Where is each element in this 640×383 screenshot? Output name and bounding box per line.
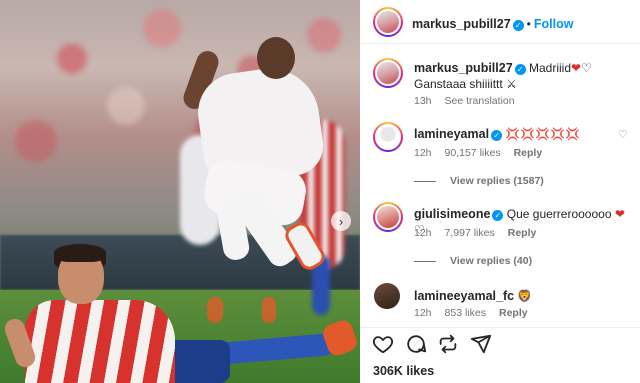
follow-button[interactable]: Follow [534,17,574,31]
comment-icon[interactable] [405,333,427,355]
comment-item: lamineyamal ✓ 💢💢💢💢💢 12h 90,157 likes Reply … [360,122,640,192]
verified-badge-icon: ✓ [491,130,503,141]
reply-button[interactable]: Reply [514,147,543,159]
red-heart-icon: ❤ [571,61,582,75]
see-translation-link[interactable]: See translation [445,95,515,107]
view-replies-label: View replies (1587) [450,175,544,187]
commenter-username[interactable]: lamineyamal [414,127,489,141]
caption-time: 13h [414,95,432,107]
red-heart-icon: ❤ [614,207,625,221]
crossed-swords-icon: ⚔ [506,77,517,91]
caption-text-line1: Madriiid [529,61,572,75]
view-replies-label: View replies (40) [450,255,533,267]
comment-text: 🦁 [517,289,533,303]
caption-text-line2: Ganstaaa shiiiittt [414,77,503,91]
author-username[interactable]: markus_pubill27 [412,17,511,31]
chevron-right-icon[interactable]: › [331,211,351,231]
commenter-avatar[interactable] [373,122,403,152]
verified-badge-icon: ✓ [492,210,504,221]
verified-badge-icon: ✓ [514,64,526,75]
background-boot [207,297,223,323]
white-heart-icon: ♡ [581,61,592,75]
reply-button[interactable]: Reply [499,307,528,319]
comment-time: 12h [414,227,432,239]
separator-dot: • [526,17,531,31]
post-photo[interactable]: › [0,0,360,383]
post-likes-count[interactable]: 306K likes [373,364,434,378]
commenter-username[interactable]: lamineeyamal_fc [414,289,514,303]
caption: markus_pubill27 ✓ Madriiid❤♡ Ganstaaa shi… [360,58,640,110]
caption-avatar[interactable] [373,58,403,88]
commenter-username[interactable]: giulisimeone [414,207,490,221]
tackler-jersey-striped [25,300,175,383]
post-header: markus_pubill27 ✓ • Follow [360,0,640,44]
view-replies-button[interactable]: View replies (1587) [414,175,544,187]
commenter-avatar[interactable] [373,202,403,232]
heart-icon[interactable] [372,333,394,355]
comment-likes[interactable]: 853 likes [445,307,486,319]
replies-rule [414,260,436,262]
background-boot [262,297,276,323]
action-bar [360,327,640,355]
commenter-avatar[interactable] [374,283,400,309]
post-side-panel: markus_pubill27 ✓ • Follow markus_pubill27 ✓… [360,0,640,383]
like-comment-heart-icon[interactable]: ♡ [618,130,628,141]
caption-username[interactable]: markus_pubill27 [414,61,513,75]
reply-button[interactable]: Reply [508,227,537,239]
tackler-hair-top [54,244,106,262]
verified-badge-icon: ✓ [512,20,524,31]
author-avatar[interactable] [373,7,403,37]
comment-item: lamineeyamal_fc 🦁 12h 853 likes Reply [360,283,640,323]
comment-text: 💢💢💢💢💢 [505,127,581,141]
comment-time: 12h [414,307,432,319]
comment-text: Que guerreroooooo [506,207,612,221]
replies-rule [414,180,436,182]
comment-likes[interactable]: 90,157 likes [445,147,501,159]
view-replies-button[interactable]: View replies (40) [414,255,532,267]
comment-likes[interactable]: 7,997 likes [445,227,495,239]
player-head [257,37,295,79]
comment-item: giulisimeone ✓ Que guerreroooooo ❤♡ 12h 7,… [360,202,640,272]
comment-time: 12h [414,147,432,159]
share-icon[interactable] [470,333,492,355]
repost-icon[interactable] [437,333,459,355]
